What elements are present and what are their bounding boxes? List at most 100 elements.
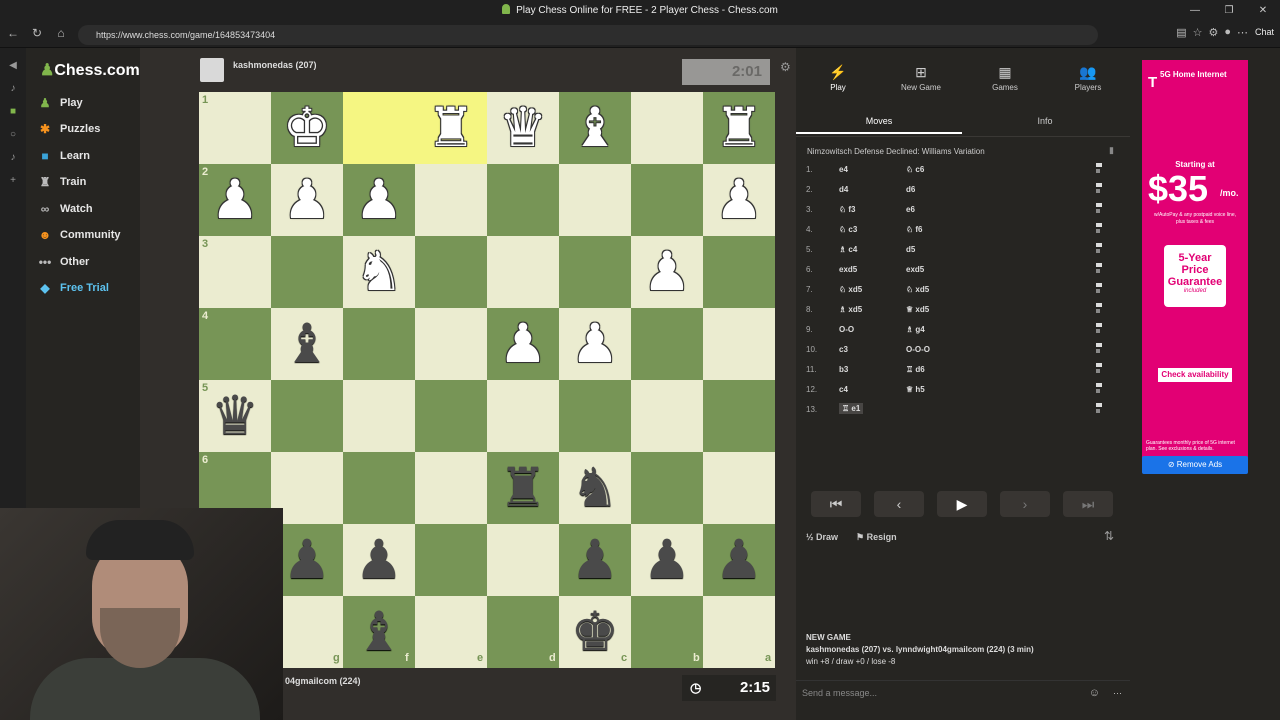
board-square[interactable]	[415, 380, 487, 452]
extensions-icon[interactable]: ⚙	[1208, 26, 1218, 39]
board-square[interactable]	[631, 452, 703, 524]
board-square[interactable]	[559, 164, 631, 236]
black-piece[interactable]: ♜	[487, 452, 559, 524]
white-move[interactable]: e4	[839, 165, 848, 174]
black-move[interactable]: ♘ f6	[906, 225, 923, 234]
white-piece[interactable]: ♛	[487, 92, 559, 164]
draw-button[interactable]: ½ Draw	[806, 532, 838, 542]
black-move[interactable]: O-O-O	[906, 345, 930, 354]
sidebar-item-other[interactable]: ••• Other	[38, 255, 90, 269]
black-move[interactable]: e6	[906, 205, 915, 214]
board-square[interactable]	[199, 308, 271, 380]
bottom-player-name[interactable]: 04gmailcom (224)	[285, 676, 361, 686]
back-icon[interactable]: ←	[4, 26, 22, 40]
black-piece[interactable]: ♞	[559, 452, 631, 524]
sidebar-item-community[interactable]: ☻ Community	[38, 228, 121, 242]
board-square[interactable]	[703, 380, 775, 452]
black-move[interactable]: exd5	[906, 265, 924, 274]
white-piece[interactable]: ♟	[343, 164, 415, 236]
subtab-info[interactable]: Info	[962, 116, 1128, 134]
board-square[interactable]	[415, 236, 487, 308]
black-move[interactable]: ♖ d6	[906, 365, 925, 374]
board-square[interactable]	[631, 308, 703, 380]
white-piece[interactable]: ♚	[271, 92, 343, 164]
tmobile-ad[interactable]: T 5G Home Internet Starting at $35 /mo. …	[1142, 60, 1248, 464]
board-square[interactable]	[415, 308, 487, 380]
black-move[interactable]: ♘ c6	[906, 165, 924, 174]
chat-input[interactable]: Send a message... ☺ ⋯	[796, 680, 1130, 704]
sidebar-item-watch[interactable]: ∞ Watch	[38, 202, 93, 216]
tab-play[interactable]: ⚡ Play	[803, 64, 873, 92]
resign-button[interactable]: ⚑ Resign	[856, 532, 897, 543]
white-piece[interactable]: ♟	[631, 236, 703, 308]
board-square[interactable]	[487, 380, 559, 452]
ad-cta-button[interactable]: Check availability	[1158, 368, 1232, 382]
sidebar-item-puzzles[interactable]: ✱ Puzzles	[38, 122, 100, 136]
white-move[interactable]: d4	[839, 185, 848, 194]
address-bar[interactable]: https://www.chess.com/game/164853473404	[78, 25, 1098, 45]
minimize-button[interactable]: —	[1178, 0, 1212, 22]
board-square[interactable]	[703, 452, 775, 524]
board-square[interactable]	[343, 380, 415, 452]
flip-board-icon[interactable]: ⇅	[1104, 529, 1114, 543]
top-player-name[interactable]: kashmonedas (207)	[233, 60, 317, 70]
more-menu-icon[interactable]: ⋯	[1237, 26, 1248, 39]
board-square[interactable]	[631, 92, 703, 164]
board-square[interactable]	[703, 308, 775, 380]
tab-players[interactable]: 👥 Players	[1053, 64, 1123, 92]
profile-icon[interactable]: ●	[1224, 26, 1231, 39]
refresh-icon[interactable]: ↻	[28, 26, 46, 40]
black-piece[interactable]: ♟	[631, 524, 703, 596]
board-square[interactable]	[559, 380, 631, 452]
board-square[interactable]	[487, 164, 559, 236]
emoji-icon[interactable]: ☺	[1089, 681, 1100, 705]
home-icon[interactable]: ⌂	[52, 26, 70, 40]
white-piece[interactable]: ♜	[415, 92, 487, 164]
play-button[interactable]: ▶	[937, 491, 987, 517]
board-settings-icon[interactable]: ⚙	[780, 60, 791, 74]
audio-icon[interactable]: ♪	[0, 83, 26, 94]
last-move-button[interactable]: ⏭	[1063, 491, 1113, 517]
white-move[interactable]: b3	[839, 365, 848, 374]
board-square[interactable]	[415, 524, 487, 596]
black-move[interactable]: ♘ xd5	[906, 285, 929, 294]
black-piece[interactable]: ♟	[343, 524, 415, 596]
white-piece[interactable]: ♟	[271, 164, 343, 236]
white-piece[interactable]: ♜	[703, 92, 775, 164]
board-square[interactable]	[631, 164, 703, 236]
board-square[interactable]	[271, 380, 343, 452]
white-move[interactable]: ♗ xd5	[839, 305, 862, 314]
black-piece[interactable]: ♟	[703, 524, 775, 596]
black-move[interactable]: ♕ xd5	[906, 305, 929, 314]
white-move[interactable]: ♗ c4	[839, 245, 857, 254]
white-move[interactable]: O-O	[839, 325, 854, 334]
board-square[interactable]	[559, 236, 631, 308]
white-piece[interactable]: ♟	[703, 164, 775, 236]
board-square[interactable]	[415, 164, 487, 236]
white-move[interactable]: ♘ c3	[839, 225, 857, 234]
black-piece[interactable]: ♚	[559, 596, 631, 668]
white-move[interactable]: ♘ f3	[839, 205, 856, 214]
white-piece[interactable]: ♟	[199, 164, 271, 236]
black-move[interactable]: d6	[906, 185, 915, 194]
next-move-button[interactable]: ›	[1000, 491, 1050, 517]
sidebar-item-play[interactable]: ♟ Play	[38, 96, 83, 110]
copilot-chat-button[interactable]: Chat	[1255, 27, 1274, 37]
board-square[interactable]	[631, 380, 703, 452]
black-piece[interactable]: ♛	[199, 380, 271, 452]
sidebar-item-free-trial[interactable]: ◆ Free Trial	[38, 281, 109, 295]
tab-new-game[interactable]: ⊞ New Game	[886, 64, 956, 92]
favorite-star-icon[interactable]: ☆	[1193, 26, 1203, 39]
close-window-button[interactable]: ✕	[1246, 0, 1280, 22]
search-icon[interactable]: ○	[0, 129, 26, 140]
chess-board[interactable]: 1 2 3 4 5 6 g f e d c b a ♚ ♜ ♛ ♝ ♜ ♟ ♟ ♟ ♟ ♞ ♟ ♝ ♟ ♟ ♛ ♜ ♞ ♟ ♟ ♟ ♟ ♟ ♝ ♚	[199, 92, 775, 668]
add-tab-icon[interactable]: +	[0, 175, 26, 186]
white-move[interactable]: c4	[839, 385, 848, 394]
board-square[interactable]	[703, 236, 775, 308]
board-square[interactable]	[199, 92, 271, 164]
black-piece[interactable]: ♝	[271, 308, 343, 380]
tab-icon[interactable]: ◀	[0, 60, 26, 71]
audio-tab-icon[interactable]: ♪	[0, 152, 26, 163]
tab-games[interactable]: ▦ Games	[970, 64, 1040, 92]
chat-more-icon[interactable]: ⋯	[1113, 681, 1122, 705]
